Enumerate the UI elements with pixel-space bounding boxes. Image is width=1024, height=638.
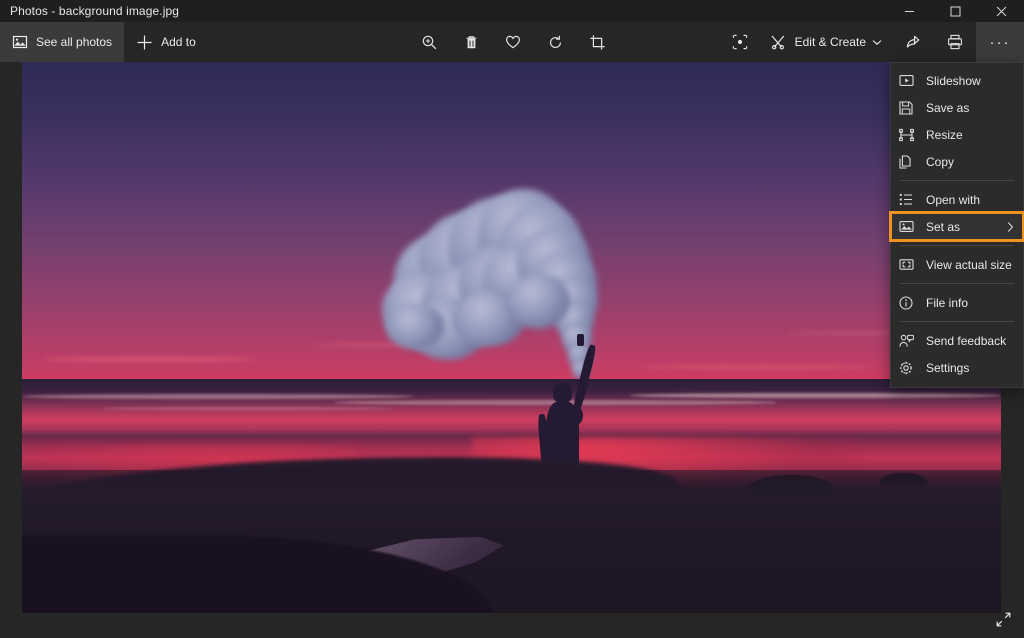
auto-enhance-button[interactable] bbox=[719, 22, 761, 62]
share-button[interactable] bbox=[892, 22, 934, 62]
actual-size-icon bbox=[899, 257, 921, 273]
add-to-label: Add to bbox=[161, 35, 196, 49]
window-controls bbox=[886, 0, 1024, 22]
menu-item-label: Open with bbox=[926, 193, 980, 207]
plus-icon bbox=[136, 34, 153, 51]
share-icon bbox=[904, 33, 922, 51]
photos-app-window: Photos - background image.jpg bbox=[0, 0, 1024, 638]
menu-item-file-info[interactable]: File info bbox=[891, 289, 1023, 316]
zoom-in-icon bbox=[421, 34, 438, 51]
edit-and-create-label: Edit & Create bbox=[795, 35, 866, 49]
title-bar: Photos - background image.jpg bbox=[0, 0, 1024, 22]
save-icon bbox=[899, 100, 921, 116]
chevron-right-icon bbox=[1007, 221, 1014, 232]
menu-separator bbox=[900, 180, 1014, 181]
see-more-menu: Slideshow Save as bbox=[890, 62, 1024, 388]
settings-icon bbox=[899, 360, 921, 376]
menu-item-label: Settings bbox=[926, 361, 969, 375]
toolbar-center-group bbox=[408, 22, 618, 62]
smoke-flare bbox=[577, 334, 584, 346]
rotate-icon bbox=[547, 34, 564, 51]
copy-icon bbox=[899, 154, 921, 170]
minimize-button[interactable] bbox=[886, 0, 932, 22]
menu-item-slideshow[interactable]: Slideshow bbox=[891, 67, 1023, 94]
menu-separator bbox=[900, 245, 1014, 246]
menu-item-send-feedback[interactable]: Send feedback bbox=[891, 327, 1023, 354]
menu-item-label: Save as bbox=[926, 101, 969, 115]
edit-and-create-button[interactable]: Edit & Create bbox=[761, 22, 892, 62]
see-more-icon: ··· bbox=[990, 34, 1011, 51]
see-all-photos-button[interactable]: See all photos bbox=[0, 22, 124, 62]
main-toolbar: See all photos Add to bbox=[0, 22, 1024, 62]
zoom-in-button[interactable] bbox=[408, 22, 450, 62]
menu-separator bbox=[900, 283, 1014, 284]
picture-icon bbox=[12, 34, 28, 50]
open-with-icon bbox=[899, 192, 921, 208]
toolbar-left-group: See all photos Add to bbox=[0, 22, 208, 62]
menu-item-label: Slideshow bbox=[926, 74, 981, 88]
auto-enhance-icon bbox=[731, 33, 749, 51]
favorite-button[interactable] bbox=[492, 22, 534, 62]
maximize-icon bbox=[950, 6, 961, 17]
print-icon bbox=[946, 33, 964, 51]
menu-item-label: View actual size bbox=[926, 258, 1012, 272]
rotate-button[interactable] bbox=[534, 22, 576, 62]
ocean-band bbox=[22, 379, 1001, 445]
see-all-photos-label: See all photos bbox=[36, 35, 112, 49]
silhouette-head bbox=[553, 383, 572, 403]
expand-button[interactable] bbox=[988, 604, 1018, 634]
menu-item-settings[interactable]: Settings bbox=[891, 354, 1023, 381]
menu-item-open-with[interactable]: Open with bbox=[891, 186, 1023, 213]
minimize-icon bbox=[904, 6, 915, 17]
delete-icon bbox=[463, 34, 480, 51]
slideshow-icon bbox=[899, 73, 921, 89]
menu-separator bbox=[900, 321, 1014, 322]
menu-item-label: Resize bbox=[926, 128, 963, 142]
resize-icon bbox=[899, 127, 921, 143]
maximize-button[interactable] bbox=[932, 0, 978, 22]
print-button[interactable] bbox=[934, 22, 976, 62]
expand-icon bbox=[995, 611, 1012, 628]
surf-line bbox=[22, 394, 414, 399]
toolbar-right-group: Edit & Create bbox=[719, 22, 1024, 62]
see-more-button[interactable]: ··· bbox=[976, 22, 1024, 62]
close-icon bbox=[996, 6, 1007, 17]
menu-item-copy[interactable]: Copy bbox=[891, 148, 1023, 175]
menu-item-view-actual-size[interactable]: View actual size bbox=[891, 251, 1023, 278]
window-title: Photos - background image.jpg bbox=[0, 4, 179, 18]
edit-create-icon bbox=[769, 33, 787, 51]
set-as-icon bbox=[899, 219, 921, 235]
delete-button[interactable] bbox=[450, 22, 492, 62]
menu-item-save-as[interactable]: Save as bbox=[891, 94, 1023, 121]
menu-item-label: Send feedback bbox=[926, 334, 1006, 348]
close-button[interactable] bbox=[978, 0, 1024, 22]
menu-item-resize[interactable]: Resize bbox=[891, 121, 1023, 148]
chevron-down-icon bbox=[872, 39, 882, 46]
surf-line bbox=[629, 393, 1001, 399]
crop-icon bbox=[589, 34, 606, 51]
feedback-icon bbox=[899, 333, 921, 349]
menu-item-label: File info bbox=[926, 296, 968, 310]
menu-item-label: Copy bbox=[926, 155, 954, 169]
menu-item-label: Set as bbox=[926, 220, 960, 234]
add-to-button[interactable]: Add to bbox=[124, 22, 208, 62]
file-info-icon bbox=[899, 295, 921, 311]
menu-item-set-as[interactable]: Set as bbox=[891, 213, 1023, 240]
photo-stage bbox=[0, 62, 1024, 638]
photo-image[interactable] bbox=[22, 62, 1001, 613]
crop-button[interactable] bbox=[576, 22, 618, 62]
favorite-icon bbox=[504, 33, 522, 51]
